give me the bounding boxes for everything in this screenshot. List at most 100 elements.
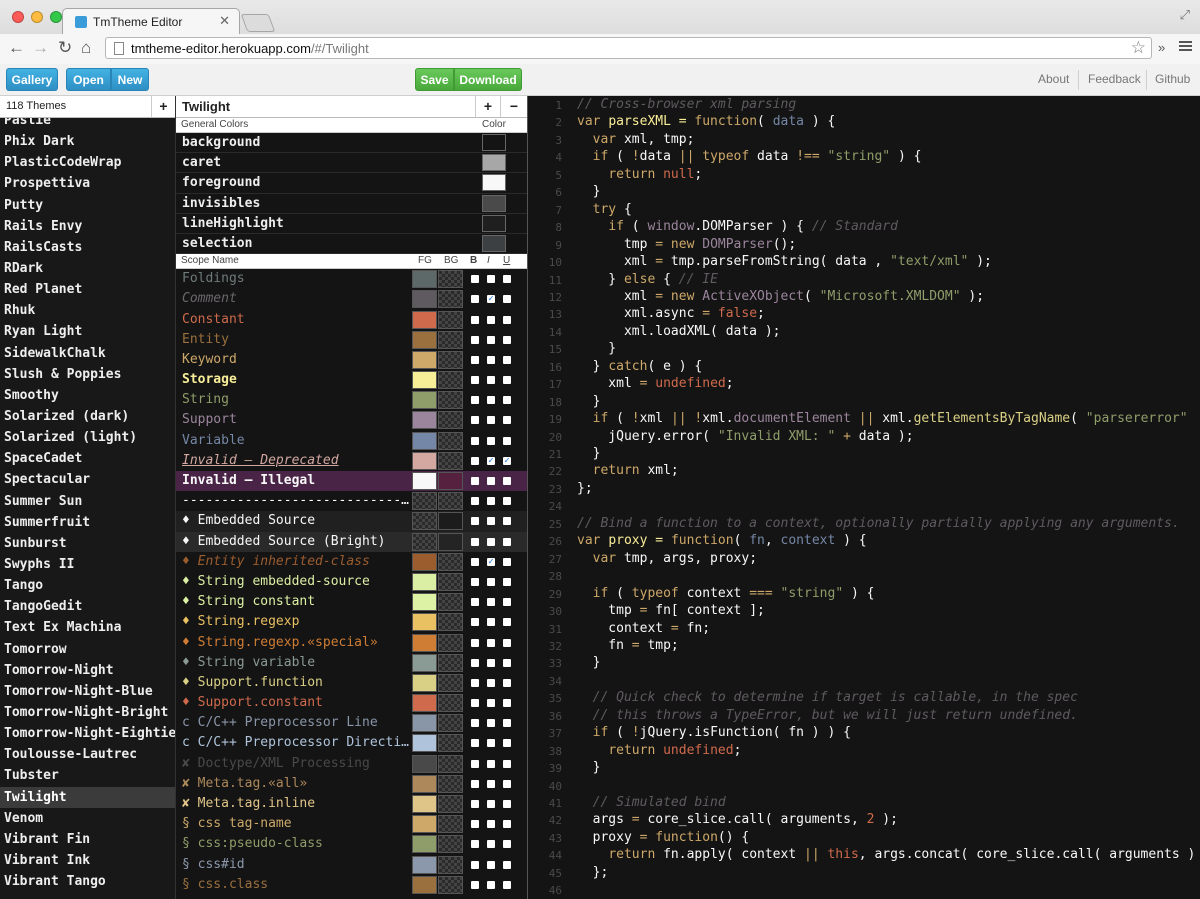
bg-color-swatch[interactable] <box>438 653 463 672</box>
close-tab-icon[interactable]: ✕ <box>219 13 230 29</box>
bg-color-swatch[interactable] <box>438 572 463 591</box>
color-swatch[interactable] <box>482 174 506 192</box>
fg-color-swatch[interactable] <box>412 673 437 692</box>
download-button[interactable]: Download <box>454 68 522 91</box>
theme-list-item[interactable]: Tomorrow-Night-Blue <box>0 681 175 702</box>
fg-color-swatch[interactable] <box>412 774 437 793</box>
fg-color-swatch[interactable] <box>412 492 437 511</box>
underline-checkbox[interactable] <box>503 618 511 627</box>
scope-row[interactable]: ----------------------------------------… <box>176 491 527 511</box>
fg-color-swatch[interactable] <box>412 512 437 531</box>
theme-list-item[interactable]: Spectacular <box>0 469 175 490</box>
theme-list-item[interactable]: Phix Dark <box>0 131 175 152</box>
italic-checkbox[interactable] <box>487 840 495 849</box>
italic-checkbox[interactable] <box>487 658 495 667</box>
italic-checkbox[interactable]: ✓ <box>487 456 495 465</box>
italic-checkbox[interactable] <box>487 497 495 506</box>
general-color-row[interactable]: caret <box>176 153 527 174</box>
bold-checkbox[interactable] <box>471 355 479 364</box>
underline-checkbox[interactable] <box>503 779 511 788</box>
bg-color-swatch[interactable] <box>438 472 463 490</box>
fg-color-swatch[interactable] <box>412 391 437 410</box>
fg-color-swatch[interactable] <box>412 734 437 753</box>
theme-list-item[interactable]: Summer Sun <box>0 491 175 512</box>
italic-checkbox[interactable] <box>487 275 495 284</box>
theme-list-item[interactable]: Solarized (light) <box>0 427 175 448</box>
italic-checkbox[interactable]: ✓ <box>487 295 495 304</box>
scope-row[interactable]: Entity <box>176 330 527 350</box>
theme-list-item[interactable]: RDark <box>0 258 175 279</box>
underline-checkbox[interactable] <box>503 275 511 284</box>
theme-list-item[interactable]: Swyphs II <box>0 554 175 575</box>
bold-checkbox[interactable] <box>471 638 479 647</box>
fg-color-swatch[interactable] <box>412 270 437 289</box>
theme-list-item[interactable]: Rails Envy <box>0 216 175 237</box>
bold-checkbox[interactable] <box>471 396 479 405</box>
general-color-row[interactable]: lineHighlight <box>176 214 527 234</box>
fg-color-swatch[interactable] <box>412 330 437 349</box>
underline-checkbox[interactable] <box>503 295 511 304</box>
color-swatch[interactable] <box>482 234 506 252</box>
bg-color-swatch[interactable] <box>438 451 463 470</box>
general-color-row[interactable]: background <box>176 133 527 154</box>
bg-color-swatch[interactable] <box>438 330 463 349</box>
scope-row[interactable]: ✘ Meta.tag.«all» <box>176 774 527 794</box>
bold-checkbox[interactable] <box>471 820 479 829</box>
underline-checkbox[interactable] <box>503 477 511 485</box>
fg-color-swatch[interactable] <box>412 310 437 329</box>
italic-checkbox[interactable] <box>487 880 495 889</box>
italic-checkbox[interactable] <box>487 618 495 627</box>
italic-checkbox[interactable] <box>487 800 495 808</box>
scope-row[interactable]: Comment ✓ <box>176 289 527 309</box>
color-swatch[interactable] <box>482 214 506 232</box>
italic-checkbox[interactable] <box>487 436 495 445</box>
fg-color-swatch[interactable] <box>412 290 437 309</box>
italic-checkbox[interactable] <box>487 719 495 728</box>
fg-color-swatch[interactable] <box>412 835 437 854</box>
home-icon[interactable]: ⌂ <box>81 38 91 58</box>
bg-color-swatch[interactable] <box>438 774 463 793</box>
underline-checkbox[interactable] <box>503 355 511 364</box>
scope-row[interactable]: ♦ Embedded Source (Bright) <box>176 531 527 552</box>
fg-color-swatch[interactable] <box>412 572 437 591</box>
theme-list-item[interactable]: Prospettiva <box>0 173 175 194</box>
fg-color-swatch[interactable] <box>412 694 437 713</box>
menu-icon[interactable] <box>1179 39 1192 52</box>
bg-color-swatch[interactable] <box>438 350 463 369</box>
bold-checkbox[interactable] <box>471 436 479 445</box>
theme-list-item[interactable]: Vibrant Ink <box>0 850 175 871</box>
theme-list-item[interactable]: Smoothy <box>0 385 175 406</box>
bold-checkbox[interactable] <box>471 376 479 385</box>
italic-checkbox[interactable] <box>487 537 495 546</box>
color-swatch[interactable] <box>482 194 506 212</box>
new-tab-button[interactable] <box>240 14 276 32</box>
fg-color-swatch[interactable] <box>412 714 437 733</box>
scope-row[interactable]: ♦ String constant <box>176 592 527 612</box>
theme-list-item[interactable]: Tomorrow-Night-Bright <box>0 702 175 723</box>
theme-list-item[interactable]: Venom <box>0 808 175 829</box>
fg-color-swatch[interactable] <box>412 855 437 874</box>
scope-row[interactable]: Storage <box>176 370 527 390</box>
italic-checkbox[interactable] <box>487 820 495 829</box>
color-swatch[interactable] <box>482 154 506 172</box>
bold-checkbox[interactable] <box>471 699 479 708</box>
italic-checkbox[interactable] <box>487 759 495 768</box>
bold-checkbox[interactable] <box>471 275 479 284</box>
bold-checkbox[interactable] <box>471 315 479 324</box>
fg-color-swatch[interactable] <box>412 431 437 450</box>
italic-checkbox[interactable] <box>487 335 495 344</box>
scope-row[interactable]: Support <box>176 410 527 430</box>
underline-checkbox[interactable] <box>503 396 511 405</box>
theme-list-item[interactable]: Tango <box>0 575 175 596</box>
bg-color-swatch[interactable] <box>438 613 463 632</box>
fullscreen-icon[interactable]: ⤢ <box>1180 7 1190 23</box>
bold-checkbox[interactable] <box>471 618 479 627</box>
fg-color-swatch[interactable] <box>412 875 437 894</box>
fg-color-swatch[interactable] <box>412 371 437 390</box>
bg-color-swatch[interactable] <box>438 835 463 854</box>
bold-checkbox[interactable] <box>471 880 479 889</box>
bg-color-swatch[interactable] <box>438 875 463 894</box>
italic-checkbox[interactable] <box>487 396 495 405</box>
theme-list-item[interactable]: Putty <box>0 195 175 216</box>
scope-row[interactable]: § css:pseudo-class <box>176 834 527 854</box>
